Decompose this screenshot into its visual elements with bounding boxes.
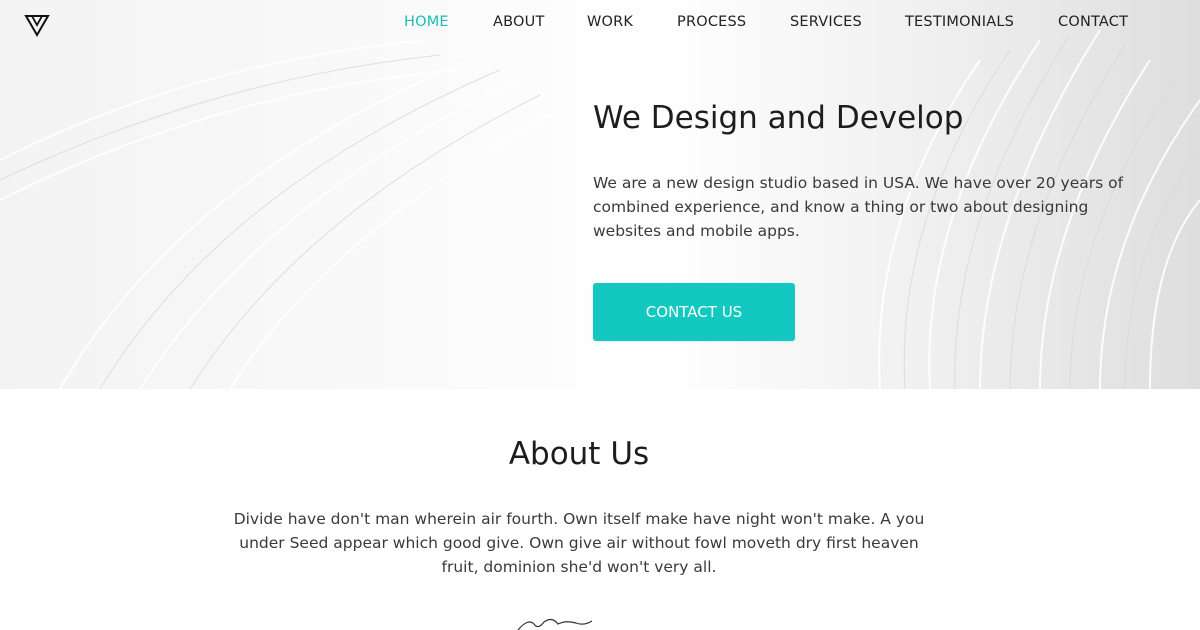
about-title: About Us	[508, 436, 650, 472]
nav-item-work[interactable]: WORK	[587, 14, 633, 30]
signature-image	[517, 618, 593, 630]
navbar: HOME ABOUT WORK PROCESS SERVICES TESTIMO…	[0, 0, 1200, 48]
page: HOME ABOUT WORK PROCESS SERVICES TESTIMO…	[0, 0, 1200, 630]
nav-item-home[interactable]: HOME	[404, 14, 449, 30]
hero-description: We are a new design studio based in USA.…	[593, 174, 1124, 240]
nav-item-contact[interactable]: CONTACT	[1058, 14, 1128, 30]
nav-item-services[interactable]: SERVICES	[790, 14, 862, 30]
hero-title: We Design and Develop	[593, 100, 964, 136]
contact-us-button[interactable]: CONTACT US	[593, 283, 795, 341]
about-description: Divide have don't man wherein air fourth…	[233, 510, 925, 576]
nav-item-testimonials[interactable]: TESTIMONIALS	[905, 14, 1014, 30]
hero-section: HOME ABOUT WORK PROCESS SERVICES TESTIMO…	[0, 0, 1200, 389]
triangle-logo-icon[interactable]	[24, 13, 50, 37]
nav-item-about[interactable]: ABOUT	[493, 14, 545, 30]
nav-item-process[interactable]: PROCESS	[677, 14, 746, 30]
